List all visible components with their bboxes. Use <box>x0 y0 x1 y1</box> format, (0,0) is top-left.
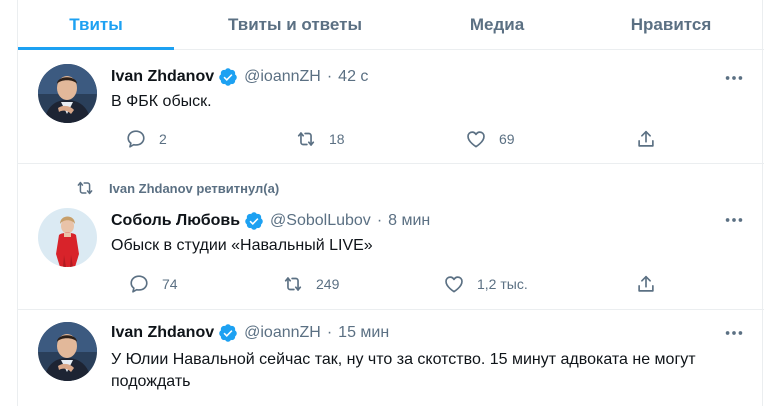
retweet-arrows-icon <box>75 178 95 198</box>
share-upload-icon <box>635 273 657 295</box>
heart-icon <box>465 128 487 150</box>
active-tab-indicator <box>18 47 174 50</box>
avatar-ivan-zhdanov-image <box>38 322 97 381</box>
tab-label: Нравится <box>630 14 712 34</box>
like-button[interactable]: 69 <box>465 124 515 154</box>
avatar-ivan-zhdanov-image <box>38 64 97 123</box>
tab-label: Медиа <box>469 14 525 34</box>
tweet-timestamp[interactable]: 8 мин <box>388 212 430 230</box>
tweet-actions: 74 249 1,2 тыс. <box>106 269 666 299</box>
tweet[interactable]: Ivan Zhdanov ретвитнул(а) Соболь Любовь … <box>18 165 764 310</box>
avatar-sobol-image <box>38 208 97 267</box>
verified-badge-icon <box>218 323 238 343</box>
author-handle[interactable]: @SobolLubov <box>270 212 371 230</box>
tweet[interactable]: Ivan Zhdanov @ioannZH · 15 мин У Юлии На… <box>18 311 764 406</box>
reply-button[interactable]: 74 <box>128 269 178 299</box>
retweet-button[interactable]: 18 <box>295 124 345 154</box>
author-name[interactable]: Ivan Zhdanov <box>111 68 214 86</box>
share-upload-icon <box>635 128 657 150</box>
author-handle[interactable]: @ioannZH <box>244 68 321 86</box>
tab-label: Твиты <box>69 14 123 34</box>
retweet-count: 18 <box>329 131 345 147</box>
separator-dot: · <box>326 324 333 341</box>
share-button[interactable] <box>635 124 657 154</box>
tab-tweets[interactable]: Твиты <box>18 0 174 50</box>
tweet-header: Соболь Любовь @SobolLubov · 8 мин <box>111 209 430 233</box>
tweet-text: В ФБК обыск. <box>111 93 212 110</box>
tweet-text: Обыск в студии «Навальный LIVE» <box>111 237 373 254</box>
retweet-button[interactable]: 249 <box>282 269 339 299</box>
tweet-timestamp[interactable]: 42 с <box>338 68 368 86</box>
heart-icon <box>443 273 465 295</box>
more-dots-icon <box>723 322 745 344</box>
tweet[interactable]: Ivan Zhdanov @ioannZH · 42 с В ФБК обыск… <box>18 51 764 164</box>
reply-count: 74 <box>162 276 178 292</box>
tab-tweets-and-replies[interactable]: Твиты и ответы <box>174 0 416 49</box>
more-button[interactable] <box>723 67 745 89</box>
like-button[interactable]: 1,2 тыс. <box>443 269 528 299</box>
more-button[interactable] <box>723 209 745 231</box>
more-dots-icon <box>723 209 745 231</box>
tweet-timestamp[interactable]: 15 мин <box>338 324 389 342</box>
tweet-header: Ivan Zhdanov @ioannZH · 42 с <box>111 65 368 89</box>
reply-bubble-icon <box>125 128 147 150</box>
like-count: 69 <box>499 131 515 147</box>
tweet-text: У Юлии Навальной сейчас так, ну что за с… <box>111 351 696 390</box>
reply-bubble-icon <box>128 273 150 295</box>
retweet-context[interactable]: Ivan Zhdanov ретвитнул(а) <box>75 178 279 198</box>
avatar[interactable] <box>38 208 97 267</box>
retweet-arrows-icon <box>295 128 317 150</box>
like-count: 1,2 тыс. <box>477 276 528 292</box>
retweet-count: 249 <box>316 276 340 292</box>
verified-badge-icon <box>244 211 264 231</box>
tab-label: Твиты и ответы <box>228 14 362 34</box>
tweet-actions: 2 18 69 <box>106 124 666 154</box>
tab-media[interactable]: Медиа <box>416 0 578 49</box>
more-dots-icon <box>723 67 745 89</box>
separator-dot: · <box>376 212 383 229</box>
profile-timeline: Твиты Твиты и ответы Медиа Нравится Ivan… <box>17 0 764 406</box>
separator-dot: · <box>326 68 333 85</box>
avatar[interactable] <box>38 64 97 123</box>
author-name[interactable]: Соболь Любовь <box>111 212 240 230</box>
tab-likes[interactable]: Нравится <box>578 0 764 49</box>
more-button[interactable] <box>723 322 745 344</box>
verified-badge-icon <box>218 67 238 87</box>
tweet-header: Ivan Zhdanov @ioannZH · 15 мин <box>111 321 389 345</box>
author-handle[interactable]: @ioannZH <box>244 324 321 342</box>
share-button[interactable] <box>635 269 657 299</box>
reply-button[interactable]: 2 <box>125 124 167 154</box>
retweet-context-label: Ivan Zhdanov ретвитнул(а) <box>109 180 280 196</box>
author-name[interactable]: Ivan Zhdanov <box>111 324 214 342</box>
avatar[interactable] <box>38 322 97 381</box>
reply-count: 2 <box>159 131 167 147</box>
profile-tabs: Твиты Твиты и ответы Медиа Нравится <box>18 0 764 50</box>
retweet-arrows-icon <box>282 273 304 295</box>
